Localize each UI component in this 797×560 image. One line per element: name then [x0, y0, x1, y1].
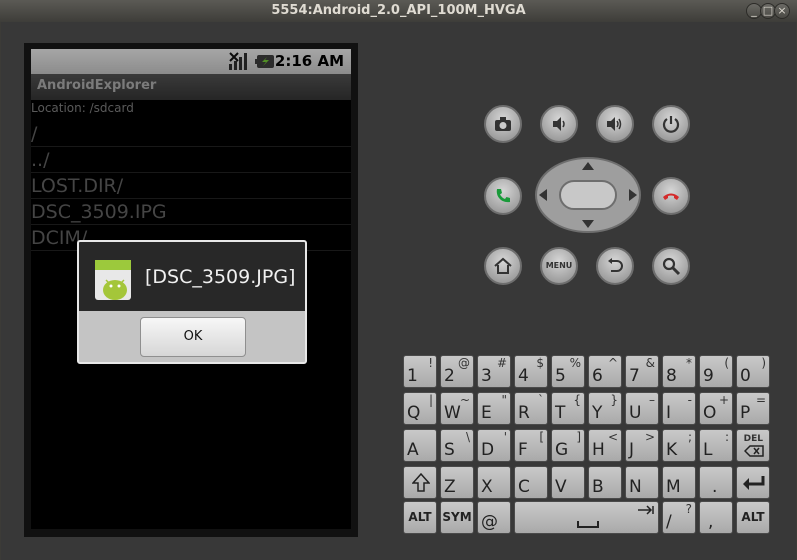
tab-icon — [638, 505, 654, 515]
key-h[interactable]: H < — [588, 429, 622, 462]
key-m[interactable]: M — [662, 466, 696, 499]
delete-key[interactable]: DEL — [736, 429, 770, 462]
key-d[interactable]: D ' — [477, 429, 511, 462]
backspace-icon — [744, 445, 764, 457]
shift-key[interactable] — [403, 466, 437, 499]
alt-key-right[interactable]: ALT — [736, 501, 770, 534]
dialog-footer: OK — [79, 311, 305, 362]
menu-button[interactable]: MENU — [540, 247, 578, 285]
key-0[interactable]: 0) — [736, 355, 770, 388]
key-n[interactable]: N — [625, 466, 659, 499]
alt-key-left[interactable]: ALT — [403, 501, 437, 534]
key-3[interactable]: 3 # — [477, 355, 511, 388]
key-5[interactable]: 5% — [551, 355, 585, 388]
key-j[interactable]: J > — [625, 429, 659, 462]
key-t[interactable]: T{ — [551, 392, 585, 425]
power-button[interactable] — [652, 105, 690, 143]
close-window-button[interactable]: × — [774, 3, 790, 19]
ok-button[interactable]: OK — [140, 317, 246, 357]
key-z[interactable]: Z — [440, 466, 474, 499]
back-button[interactable] — [596, 247, 634, 285]
alert-dialog: [DSC_3509.JPG] OK — [77, 240, 307, 364]
end-call-button[interactable] — [652, 177, 690, 215]
key-8[interactable]: 8 * — [662, 355, 696, 388]
space-icon — [577, 521, 599, 528]
key-i[interactable]: I- — [662, 392, 696, 425]
key-at[interactable]: @ — [477, 501, 511, 534]
window-title: 5554:Android_2.0_API_100M_HVGA — [271, 3, 526, 18]
menu-label: MENU — [545, 261, 573, 270]
volume-up-button[interactable] — [596, 105, 634, 143]
key-period[interactable]: . — [699, 466, 733, 499]
key-y[interactable]: Y} — [588, 392, 622, 425]
dpad[interactable] — [535, 157, 641, 233]
key-comma[interactable]: , — [699, 501, 733, 534]
dialog-header: [DSC_3509.JPG] — [79, 242, 305, 311]
key-1[interactable]: 1! — [403, 355, 437, 388]
volume-down-icon — [553, 117, 565, 131]
key-g[interactable]: G] — [551, 429, 585, 462]
home-icon — [494, 257, 512, 274]
key-p[interactable]: P = — [736, 392, 770, 425]
end-call-icon — [663, 193, 679, 200]
key-l[interactable]: L: — [699, 429, 733, 462]
back-icon — [608, 258, 623, 272]
camera-icon — [495, 117, 511, 131]
key-u[interactable]: U – — [625, 392, 659, 425]
key-q[interactable]: Q | — [403, 392, 437, 425]
key-b[interactable]: B — [588, 466, 622, 499]
sym-key[interactable]: SYM — [440, 501, 474, 534]
android-app-icon — [95, 260, 131, 300]
key-x[interactable]: X — [477, 466, 511, 499]
volume-up-icon — [607, 117, 622, 131]
key-f[interactable]: F[ — [514, 429, 548, 462]
search-icon — [662, 257, 681, 276]
window-titlebar: 5554:Android_2.0_API_100M_HVGA _ □ × — [0, 0, 797, 22]
call-button[interactable] — [484, 177, 522, 215]
key-s[interactable]: S \ — [440, 429, 474, 462]
key-slash[interactable]: /? — [662, 501, 696, 534]
key-9[interactable]: 9( — [699, 355, 733, 388]
power-icon — [662, 116, 680, 133]
key-7[interactable]: 7 & — [625, 355, 659, 388]
qwerty-keyboard: 1! 2 @ 3 # 4 $ 5% 6 ^ 7 & 8 * 9( 0) Q | W ~ E " R… — [403, 355, 773, 537]
home-button[interactable] — [484, 247, 522, 285]
key-c[interactable]: C — [514, 466, 548, 499]
key-v[interactable]: V — [551, 466, 585, 499]
key-4[interactable]: 4 $ — [514, 355, 548, 388]
key-e[interactable]: E " — [477, 392, 511, 425]
volume-down-button[interactable] — [540, 105, 578, 143]
search-button[interactable] — [652, 247, 690, 285]
camera-button[interactable] — [484, 105, 522, 143]
dialog-message: [DSC_3509.JPG] — [145, 266, 296, 288]
key-k[interactable]: K; — [662, 429, 696, 462]
key-2[interactable]: 2 @ — [440, 355, 474, 388]
key-a[interactable]: A — [403, 429, 437, 462]
space-key[interactable] — [514, 501, 659, 534]
key-6[interactable]: 6 ^ — [588, 355, 622, 388]
key-r[interactable]: R ` — [514, 392, 548, 425]
enter-key[interactable] — [736, 466, 770, 499]
shift-icon — [412, 473, 430, 492]
call-icon — [496, 189, 510, 203]
key-w[interactable]: W ~ — [440, 392, 474, 425]
key-o[interactable]: O + — [699, 392, 733, 425]
enter-icon — [743, 476, 765, 490]
